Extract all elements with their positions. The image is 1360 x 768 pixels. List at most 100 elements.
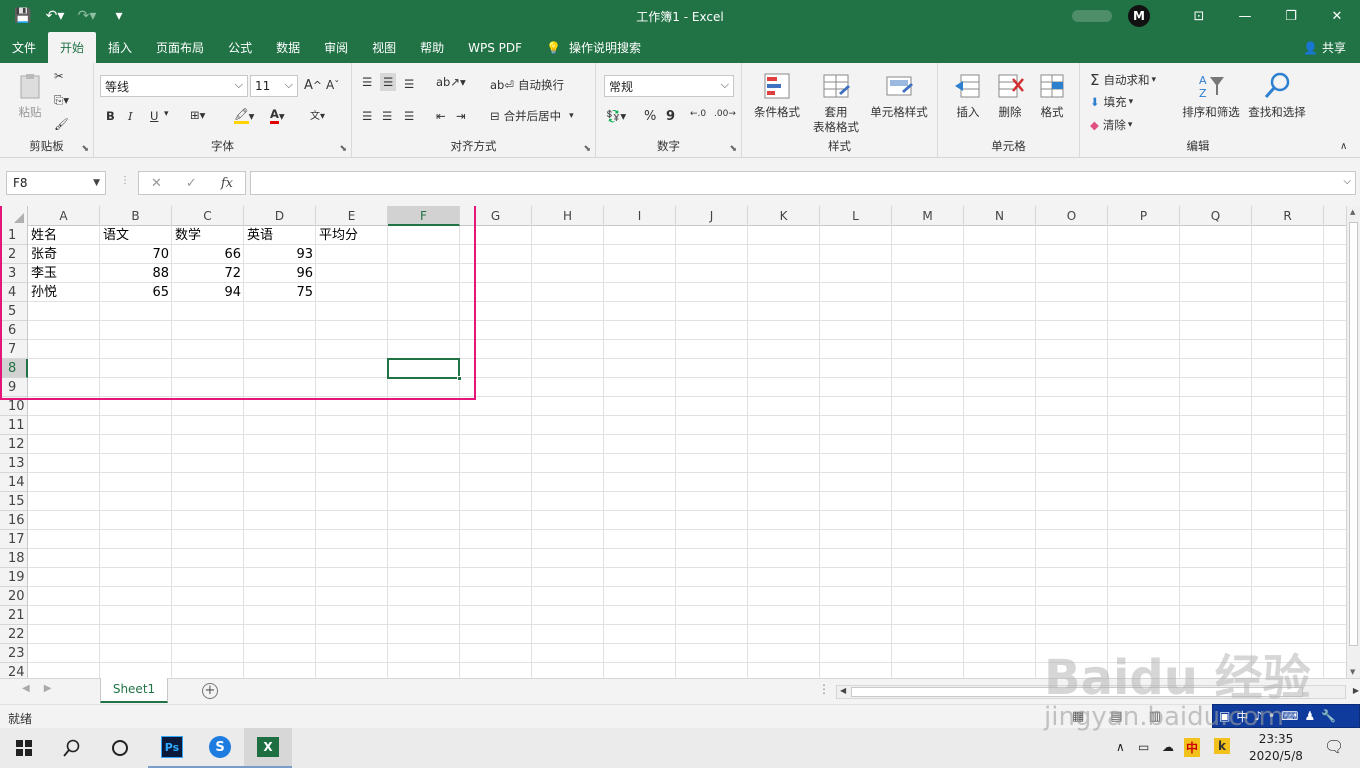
column-header-h[interactable]: H	[532, 206, 604, 226]
horizontal-scrollbar[interactable]: ◀ ▶	[836, 685, 1359, 699]
sheet-tab-sheet1[interactable]: Sheet1	[100, 678, 168, 703]
minimize-icon[interactable]: —	[1222, 0, 1268, 32]
customize-toolbar-icon[interactable]: ▾	[108, 8, 130, 24]
row-header-18[interactable]: 18	[0, 549, 28, 568]
taskbar-sogou-browser-icon[interactable]: S	[196, 728, 244, 768]
column-header-l[interactable]: L	[820, 206, 892, 226]
column-header-r[interactable]: R	[1252, 206, 1324, 226]
bold-button[interactable]: B	[106, 109, 115, 123]
merge-center-button[interactable]: ⊟ 合并后居中 ▾	[490, 108, 574, 124]
ime-keyboard-icon[interactable]: ⌨	[1281, 709, 1298, 723]
row-header-19[interactable]: 19	[0, 568, 28, 587]
row-header-23[interactable]: 23	[0, 644, 28, 663]
underline-dropdown-icon[interactable]: ▾	[164, 109, 169, 119]
row-header-21[interactable]: 21	[0, 606, 28, 625]
ime-quote-icon[interactable]: •	[1268, 709, 1275, 723]
cut-icon[interactable]: ✂	[54, 69, 64, 83]
alignment-launcher-icon[interactable]: ⬊	[583, 144, 591, 154]
notification-center-icon[interactable]: 🗨	[1324, 737, 1344, 756]
scroll-left-icon[interactable]: ◀	[840, 686, 846, 695]
taskbar-photoshop-icon[interactable]: Ps	[148, 728, 196, 768]
tab-split-handle-icon[interactable]: ⋮	[818, 682, 830, 696]
copy-icon[interactable]: ⎘▾	[54, 93, 69, 108]
account-name[interactable]	[1072, 10, 1112, 22]
column-header-j[interactable]: J	[676, 206, 748, 226]
align-right-icon[interactable]: ☰	[404, 109, 414, 123]
format-as-table-button[interactable]: 套用 表格格式	[808, 71, 864, 135]
font-name-combo[interactable]: 等线 ⌵	[100, 75, 248, 97]
delete-cells-button[interactable]: 删除	[988, 71, 1032, 120]
scroll-up-icon[interactable]: ▲	[1350, 208, 1355, 216]
tray-overflow-icon[interactable]: ∧	[1116, 740, 1125, 754]
column-header-q[interactable]: Q	[1180, 206, 1252, 226]
row-header-13[interactable]: 13	[0, 454, 28, 473]
taskbar-search-icon[interactable]	[48, 728, 96, 768]
row-header-20[interactable]: 20	[0, 587, 28, 606]
formula-input[interactable]: ⌵	[250, 171, 1356, 195]
insert-function-button[interactable]: fx	[221, 176, 233, 191]
wrap-text-button[interactable]: ab⏎ 自动换行	[490, 77, 564, 93]
name-box[interactable]: F8 ▼	[6, 171, 106, 195]
tab-home[interactable]: 开始	[48, 32, 97, 63]
column-header-n[interactable]: N	[964, 206, 1036, 226]
column-header-k[interactable]: K	[748, 206, 820, 226]
percent-button[interactable]: %	[644, 109, 656, 124]
format-cells-button[interactable]: 格式	[1030, 71, 1074, 120]
row-header-15[interactable]: 15	[0, 492, 28, 511]
undo-icon[interactable]: ↶▾	[44, 8, 66, 24]
accounting-format-icon[interactable]: 💱▾	[606, 109, 626, 123]
autosum-button[interactable]: Σ 自动求和 ▾	[1090, 71, 1156, 89]
taskbar-excel-icon[interactable]: X	[244, 728, 292, 768]
clipboard-launcher-icon[interactable]: ⬊	[81, 144, 89, 154]
avatar[interactable]: M	[1128, 5, 1150, 27]
close-icon[interactable]: ✕	[1314, 0, 1360, 32]
save-icon[interactable]: 💾	[12, 8, 34, 24]
align-middle-icon[interactable]: ☰	[380, 73, 397, 91]
vertical-scrollbar[interactable]: ▲ ▼	[1346, 206, 1360, 678]
increase-decimal-icon[interactable]: ←.0	[690, 109, 706, 119]
decrease-font-icon[interactable]: Aˇ	[326, 78, 339, 92]
redo-icon[interactable]: ↷▾	[76, 8, 98, 24]
align-top-icon[interactable]: ☰	[362, 75, 372, 89]
ime-punct-icon[interactable]: ♪	[1254, 709, 1262, 723]
row-header-12[interactable]: 12	[0, 435, 28, 454]
underline-button[interactable]: U	[150, 109, 158, 123]
tray-onedrive-icon[interactable]: ☁	[1162, 740, 1174, 754]
ime-lang-indicator[interactable]: 中	[1236, 708, 1248, 725]
tab-data[interactable]: 数据	[264, 32, 312, 63]
tab-help[interactable]: 帮助	[408, 32, 456, 63]
align-center-icon[interactable]: ☰	[382, 109, 392, 123]
row-header-16[interactable]: 16	[0, 511, 28, 530]
page-break-view-icon[interactable]: ▥	[1149, 709, 1187, 724]
tab-page-layout[interactable]: 页面布局	[144, 32, 216, 63]
comma-style-button[interactable]: 9	[666, 109, 675, 124]
align-left-icon[interactable]: ☰	[362, 109, 372, 123]
enter-icon[interactable]: ✓	[186, 176, 197, 191]
ime-user-icon[interactable]: ♟	[1304, 709, 1315, 723]
windows-start-icon[interactable]	[0, 728, 48, 768]
ribbon-display-options-icon[interactable]: ⊡	[1176, 0, 1222, 32]
cancel-icon[interactable]: ✕	[151, 176, 162, 191]
tell-me-search[interactable]: 💡 操作说明搜索	[534, 32, 653, 63]
number-launcher-icon[interactable]: ⬊	[729, 144, 737, 154]
scroll-right-icon[interactable]: ▶	[1353, 686, 1359, 695]
horizontal-scroll-thumb[interactable]	[851, 687, 1303, 697]
paste-button[interactable]: 粘贴	[10, 71, 50, 120]
align-bottom-icon[interactable]: ☰	[404, 77, 414, 91]
expand-formula-icon[interactable]: ⌵	[1343, 176, 1351, 187]
tab-insert[interactable]: 插入	[96, 32, 144, 63]
tab-file[interactable]: 文件	[0, 32, 48, 63]
task-view-icon[interactable]	[96, 728, 144, 768]
column-header-m[interactable]: M	[892, 206, 964, 226]
font-launcher-icon[interactable]: ⬊	[339, 144, 347, 154]
conditional-formatting-button[interactable]: 条件格式	[750, 71, 804, 120]
vertical-scroll-thumb[interactable]	[1349, 222, 1358, 646]
orientation-icon[interactable]: ab↗▾	[436, 75, 466, 89]
number-format-combo[interactable]: 常规 ⌵	[604, 75, 734, 97]
font-color-icon[interactable]: A ▾	[270, 107, 285, 124]
taskbar-clock[interactable]: 23:35 2020/5/8	[1246, 731, 1306, 765]
column-header-p[interactable]: P	[1108, 206, 1180, 226]
increase-indent-icon[interactable]: ⇥	[456, 109, 466, 123]
fill-button[interactable]: ⬇ 填充 ▾	[1090, 94, 1133, 110]
tab-review[interactable]: 审阅	[312, 32, 360, 63]
